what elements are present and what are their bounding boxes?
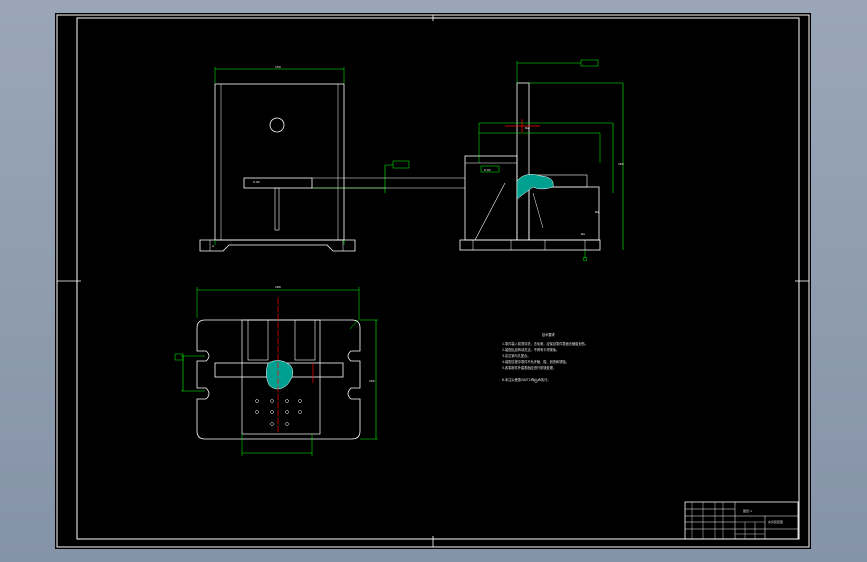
note-item: 5.各零部件外露表面应进行防锈处理。 xyxy=(502,365,556,370)
note-item: 2.装配后应转动灵活，不得有卡滞现象。 xyxy=(502,347,559,352)
drawing-border-inner xyxy=(76,17,800,540)
svg-text:165: 165 xyxy=(618,162,624,166)
side-view: 165 Ra 0.02 Ra Ra xyxy=(459,59,624,262)
note-item: 1.零件装入前须清洗，去毛刺，应保证零件表面无磕碰划伤。 xyxy=(502,341,588,346)
front-view: 150 0.02 A xyxy=(199,65,410,252)
notes-heading: 技术要求 xyxy=(542,332,556,337)
svg-text:A: A xyxy=(212,244,215,248)
drawing-border-outer xyxy=(56,14,810,548)
svg-text:180: 180 xyxy=(275,285,281,289)
svg-text:Ra: Ra xyxy=(595,210,599,214)
svg-text:0.02: 0.02 xyxy=(484,168,491,172)
note-item: 4.装配过程中零件不允许磕、碰、划伤和锈蚀。 xyxy=(502,359,569,364)
drawing-viewport[interactable]: 150 0.02 A 165 Ra 0.02 Ra Ra 180 160 技术要… xyxy=(55,13,811,549)
svg-text:150: 150 xyxy=(275,65,281,69)
drawing-number: 图纸-1 xyxy=(743,508,752,513)
title-block: 图纸-1 夹具装配图 xyxy=(684,501,799,540)
part-name: 夹具装配图 xyxy=(768,519,783,524)
cad-drawing: 150 0.02 A 165 Ra 0.02 Ra Ra 180 160 技术要… xyxy=(56,14,810,548)
note-item: 6.未注公差按GB/T1804-m执行。 xyxy=(502,377,551,382)
svg-text:0.02: 0.02 xyxy=(253,180,260,184)
svg-text:Ra: Ra xyxy=(525,126,529,130)
svg-text:Ra: Ra xyxy=(581,232,585,236)
svg-text:160: 160 xyxy=(369,379,375,383)
technical-notes: 技术要求 1.零件装入前须清洗，去毛刺，应保证零件表面无磕碰划伤。 2.装配后应… xyxy=(502,332,588,384)
note-item: 3.定位销与孔配合。 xyxy=(502,353,531,358)
top-view: 180 160 xyxy=(174,285,378,456)
